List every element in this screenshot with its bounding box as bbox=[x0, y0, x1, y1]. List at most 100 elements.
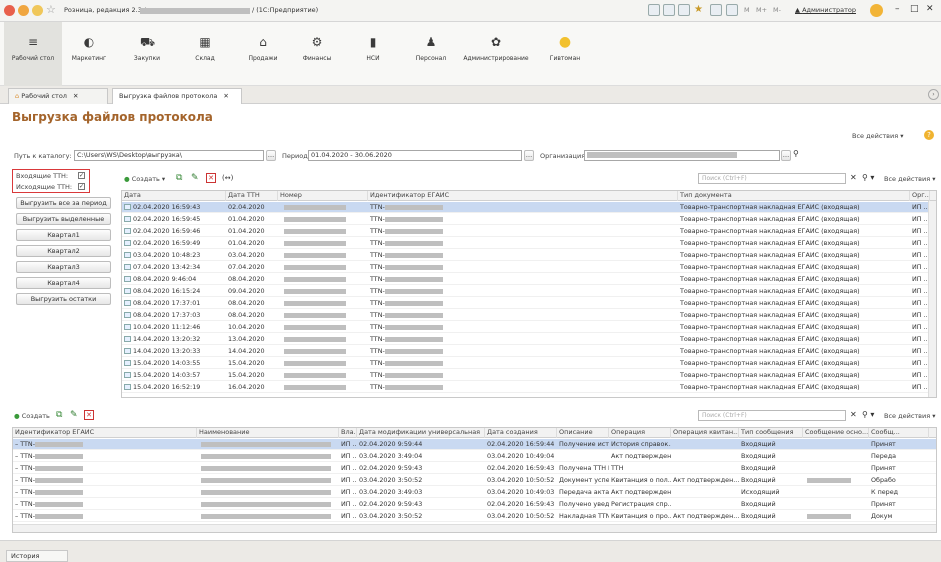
toolbar-icon-3[interactable] bbox=[678, 4, 690, 16]
col-base-message[interactable]: Сообщение осно... bbox=[803, 428, 869, 438]
mem-button-mminus[interactable]: M- bbox=[773, 6, 781, 14]
tab-export-protocol[interactable]: Выгрузка файлов протокола ✕ bbox=[112, 88, 242, 104]
quarter2-button[interactable]: Квартал2 bbox=[16, 245, 111, 257]
table-row[interactable]: 07.04.2020 13:42:34 07.04.2020 TTN- Товарно… bbox=[122, 262, 936, 273]
section-nsi[interactable]: ▮ НСИ bbox=[344, 22, 402, 86]
section-administration[interactable]: ✿ Администрирование bbox=[460, 22, 532, 86]
help-icon[interactable]: ? bbox=[924, 130, 934, 140]
forward-icon[interactable] bbox=[32, 5, 43, 16]
close-window-icon[interactable]: ✕ bbox=[926, 4, 934, 14]
section-desktop[interactable]: ≡ Рабочий стол bbox=[4, 22, 62, 86]
organization-dropdown[interactable]: … bbox=[781, 150, 791, 161]
export-remains-button[interactable]: Выгрузить остатки bbox=[16, 293, 111, 305]
col-egais-id[interactable]: Идентификатор ЕГАИС bbox=[13, 428, 197, 438]
table-row[interactable]: 15.04.2020 14:03:55 15.04.2020 TTN- Товарно… bbox=[122, 358, 936, 369]
period-field[interactable]: 01.04.2020 - 30.06.2020 bbox=[308, 150, 522, 161]
minimize-icon[interactable]: – bbox=[895, 4, 900, 14]
user-link[interactable]: ▲ Администратор bbox=[795, 6, 856, 14]
organization-open-icon[interactable]: ⚲ bbox=[793, 149, 799, 158]
top-all-actions[interactable]: Все действия ▾ bbox=[884, 175, 936, 183]
maximize-icon[interactable]: □ bbox=[910, 4, 919, 14]
organization-field[interactable] bbox=[584, 150, 780, 161]
table-row[interactable]: 08.04.2020 17:37:03 08.04.2020 TTN- Товарно… bbox=[122, 310, 936, 321]
info-icon[interactable] bbox=[870, 4, 883, 17]
close-tab-icon[interactable]: ✕ bbox=[73, 92, 78, 100]
top-search-clear-icon[interactable]: ✕ bbox=[850, 173, 857, 182]
table-row[interactable]: 14.04.2020 13:20:32 13.04.2020 TTN- Товарно… bbox=[122, 334, 936, 345]
quarter3-button[interactable]: Квартал3 bbox=[16, 261, 111, 273]
copy-icon[interactable]: ⧉ bbox=[176, 173, 182, 183]
delete-icon[interactable]: ✕ bbox=[206, 173, 216, 183]
col-org[interactable]: Орг... bbox=[910, 191, 930, 201]
link-icon[interactable]: (↔) bbox=[222, 174, 233, 182]
bottom-all-actions[interactable]: Все действия ▾ bbox=[884, 412, 936, 420]
table-row[interactable]: 02.04.2020 16:59:45 01.04.2020 TTN- Товарно… bbox=[122, 214, 936, 225]
section-purchases[interactable]: ⛟ Закупки bbox=[118, 22, 176, 86]
col-egais-id[interactable]: Идентификатор ЕГАИС bbox=[368, 191, 678, 201]
tab-desktop[interactable]: ⌂ Рабочий стол ✕ bbox=[8, 88, 108, 104]
star-icon[interactable]: ☆ bbox=[46, 3, 56, 16]
top-scrollbar[interactable] bbox=[928, 201, 936, 397]
all-actions-menu[interactable]: Все действия ▾ bbox=[852, 132, 904, 140]
table-row[interactable]: 15.04.2020 14:03:57 15.04.2020 TTN- Товарно… bbox=[122, 370, 936, 381]
section-marketing[interactable]: ◐ Маркетинг bbox=[60, 22, 118, 86]
col-doc-type[interactable]: Тип документа bbox=[678, 191, 910, 201]
section-personnel[interactable]: ♟ Персонал bbox=[402, 22, 460, 86]
table-row[interactable]: 15.04.2020 16:52:19 16.04.2020 TTN- Товарно… bbox=[122, 382, 936, 393]
bottom-search-icon[interactable]: ⚲ ▾ bbox=[862, 410, 874, 419]
col-message-type[interactable]: Тип сообщения bbox=[739, 428, 803, 438]
period-select-button[interactable]: … bbox=[524, 150, 534, 161]
toolbar-icon-1[interactable] bbox=[648, 4, 660, 16]
table-row[interactable]: 02.04.2020 16:59:49 01.04.2020 TTN- Товарно… bbox=[122, 238, 936, 249]
table-row[interactable]: – TTN- ИП ... 02.04.2020 9:59:44 02.04.2020… bbox=[13, 439, 936, 450]
col-operation-receipt[interactable]: Операция квитан... bbox=[671, 428, 739, 438]
col-name[interactable]: Наименование bbox=[197, 428, 339, 438]
bottom-search-input[interactable]: Поиск (Ctrl+F) bbox=[698, 410, 846, 421]
col-operation[interactable]: Операция bbox=[609, 428, 671, 438]
close-tab-icon[interactable]: ✕ bbox=[223, 92, 228, 100]
table-row[interactable]: – TTN- ИП ... 03.04.2020 3:50:52 03.04.2020… bbox=[13, 511, 936, 522]
app-menu-icon[interactable] bbox=[4, 5, 15, 16]
col-ttn-date[interactable]: Дата ТТН bbox=[226, 191, 278, 201]
path-field[interactable]: C:\Users\WS\Desktop\выгрузка\ bbox=[74, 150, 264, 161]
mem-button-m[interactable]: M bbox=[744, 6, 750, 14]
table-row[interactable]: 08.04.2020 17:37:01 08.04.2020 TTN- Товарно… bbox=[122, 298, 936, 309]
table-row[interactable]: – TTN- ИП ... 03.04.2020 3:49:04 03.04.2020… bbox=[13, 451, 936, 462]
quarter1-button[interactable]: Квартал1 bbox=[16, 229, 111, 241]
col-created[interactable]: Дата создания bbox=[485, 428, 557, 438]
table-row[interactable]: – TTN- ИП ... 02.04.2020 9:59:43 02.04.2020… bbox=[13, 499, 936, 510]
outgoing-ttn-checkbox[interactable]: ✓ bbox=[78, 183, 85, 190]
col-mod-date[interactable]: Дата модификации универсальная bbox=[357, 428, 485, 438]
col-owner[interactable]: Вла... bbox=[339, 428, 357, 438]
history-button[interactable]: История bbox=[6, 550, 68, 562]
favorites-icon[interactable]: ★ bbox=[694, 4, 703, 15]
incoming-ttn-checkbox[interactable]: ✓ bbox=[78, 172, 85, 179]
toolbar-icon-2[interactable] bbox=[663, 4, 675, 16]
col-description[interactable]: Описание bbox=[557, 428, 609, 438]
quarter4-button[interactable]: Квартал4 bbox=[16, 277, 111, 289]
table-row[interactable]: 08.04.2020 16:15:24 09.04.2020 TTN- Товарно… bbox=[122, 286, 936, 297]
table-row[interactable]: – TTN- ИП ... 02.04.2020 9:59:43 02.04.2020… bbox=[13, 463, 936, 474]
top-create-button[interactable]: ● Создать ▾ bbox=[124, 175, 165, 183]
table-row[interactable]: 02.04.2020 16:59:46 01.04.2020 TTN- Товарно… bbox=[122, 226, 936, 237]
bottom-search-clear-icon[interactable]: ✕ bbox=[850, 410, 857, 419]
export-all-period-button[interactable]: Выгрузить все за период bbox=[16, 197, 111, 209]
section-warehouse[interactable]: ▦ Склад bbox=[176, 22, 234, 86]
section-finance[interactable]: ⚙ Финансы bbox=[288, 22, 346, 86]
calc-icon[interactable] bbox=[726, 4, 738, 16]
top-search-icon[interactable]: ⚲ ▾ bbox=[862, 173, 874, 182]
delete-icon[interactable]: ✕ bbox=[84, 410, 94, 420]
table-row[interactable]: – TTN- ИП ... 03.04.2020 3:49:03 03.04.2020… bbox=[13, 487, 936, 498]
table-row[interactable]: 03.04.2020 10:48:23 03.04.2020 TTN- Товарно… bbox=[122, 250, 936, 261]
back-icon[interactable] bbox=[18, 5, 29, 16]
bottom-h-scrollbar[interactable] bbox=[13, 524, 936, 532]
table-row[interactable]: 08.04.2020 9:46:04 08.04.2020 TTN- Товарно-… bbox=[122, 274, 936, 285]
section-sales[interactable]: ⌂ Продажи bbox=[234, 22, 292, 86]
col-date[interactable]: Дата bbox=[122, 191, 226, 201]
col-status[interactable]: Сообщ... bbox=[869, 428, 929, 438]
edit-icon[interactable]: ✎ bbox=[191, 173, 199, 183]
mem-button-mplus[interactable]: M+ bbox=[756, 6, 767, 14]
export-selected-button[interactable]: Выгрузить выделенные bbox=[16, 213, 111, 225]
history-icon[interactable] bbox=[710, 4, 722, 16]
tabs-scroll-icon[interactable]: › bbox=[928, 89, 939, 100]
